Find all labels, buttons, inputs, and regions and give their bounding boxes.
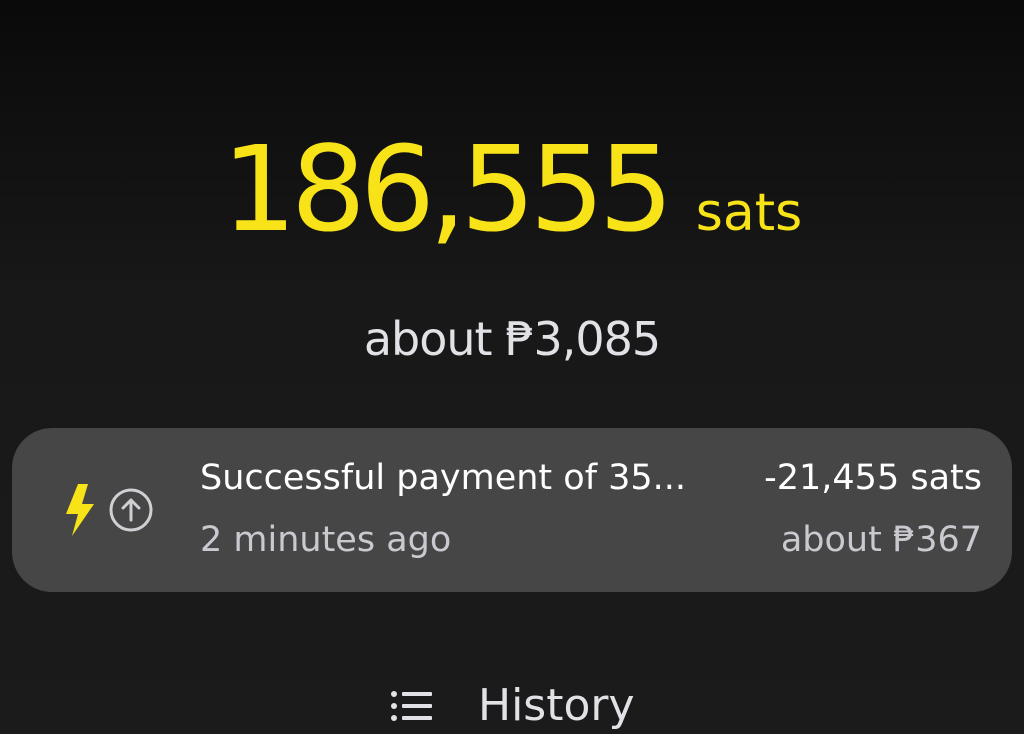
transaction-time: 2 minutes ago [200,520,452,560]
arrow-up-circle-icon [109,488,153,532]
transaction-fiat: about ₱367 [780,520,982,560]
transaction-icons [64,484,154,536]
history-label: History [478,680,635,731]
history-button[interactable]: History [388,680,635,731]
list-icon [391,690,432,721]
balance-unit: sats [695,183,803,243]
balance-amount: 186,555 [221,120,674,258]
balance-display: 186,555 sats [0,130,1024,248]
balance-fiat: about ₱3,085 [363,312,661,366]
transaction-item[interactable]: Successful payment of 35... 2 minutes ag… [12,428,1012,592]
lightning-bolt-icon [66,484,94,536]
transaction-title: Successful payment of 35... [200,458,687,498]
transaction-amount: -21,455 sats [764,458,982,498]
